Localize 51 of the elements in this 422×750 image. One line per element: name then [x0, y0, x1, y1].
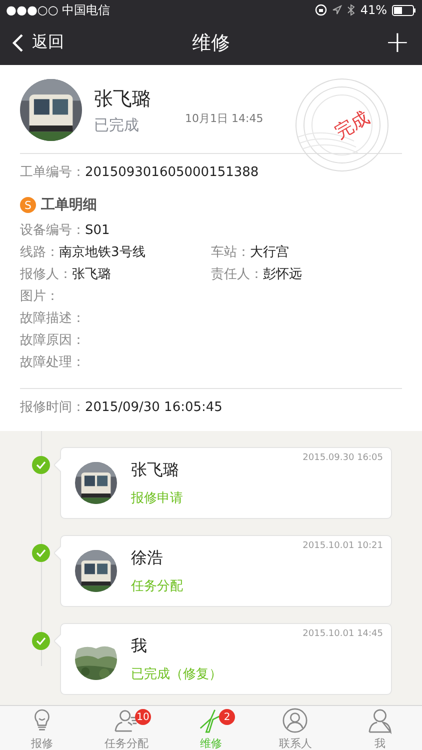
- battery-icon: [392, 4, 416, 16]
- contact-icon: [281, 707, 310, 734]
- field-value: 2015/09/30 16:05:45: [85, 399, 222, 417]
- field-value: 大行宫: [250, 244, 289, 262]
- field-label: 故障描述：: [20, 310, 85, 328]
- field-label: 故障处理：: [20, 354, 85, 372]
- chevron-left-icon: [12, 32, 24, 52]
- user-name: 张飞璐: [94, 86, 151, 112]
- tab-item[interactable]: 任务分配 10: [84, 706, 169, 750]
- field-label: 车站：: [211, 244, 250, 262]
- field-label: 线路：: [20, 244, 59, 262]
- field-label: 工单编号：: [20, 164, 85, 182]
- person-name: 徐浩: [131, 548, 164, 568]
- order-number: 201509301605000151388: [85, 164, 259, 182]
- field-value: 南京地铁3号线: [59, 244, 146, 262]
- rotation-lock-icon: [315, 4, 328, 16]
- action-label: 报修申请: [131, 490, 183, 506]
- count-badge: 10: [134, 709, 152, 725]
- timestamp: 10月1日 14:45: [185, 110, 264, 126]
- section-badge: S: [20, 197, 36, 213]
- stamp-text: 完成: [330, 106, 374, 144]
- section-title: 工单明细: [41, 196, 97, 214]
- count-badge: 2: [219, 709, 236, 725]
- tab-item[interactable]: 联系人: [253, 706, 338, 750]
- step-time: 2015.09.30 16:05: [302, 453, 383, 463]
- field-value: S01: [85, 222, 110, 240]
- field-label: 设备编号：: [20, 222, 85, 240]
- field-label: 报修人：: [20, 266, 72, 284]
- person-name: 我: [131, 636, 148, 656]
- field-label: 故障原因：: [20, 332, 85, 350]
- step-time: 2015.10.01 14:45: [302, 629, 383, 639]
- tab-item[interactable]: 我: [338, 706, 422, 750]
- action-label: 任务分配: [131, 578, 183, 594]
- location-icon: [332, 5, 342, 15]
- tab-item[interactable]: 维修 2: [168, 706, 254, 750]
- step-time: 2015.10.01 10:21: [302, 541, 383, 551]
- person-name: 张飞璐: [131, 460, 180, 480]
- field-label: 报修时间：: [20, 399, 85, 417]
- field-label: 责任人：: [211, 266, 263, 284]
- page-title: 维修: [192, 30, 230, 56]
- field-value: 张飞璐: [72, 266, 111, 284]
- field-label: 图片：: [20, 288, 59, 306]
- action-label: 已完成（修复）: [131, 666, 222, 682]
- field-value: 彭怀远: [263, 266, 302, 284]
- back-button[interactable]: 返回: [12, 32, 64, 53]
- battery-percentage: 41%: [360, 3, 387, 17]
- add-button[interactable]: +: [384, 28, 410, 58]
- order-status: 已完成: [94, 116, 140, 134]
- carrier-signal: ●●●○○ 中国电信: [6, 2, 110, 18]
- tab-item[interactable]: 报修: [0, 706, 84, 750]
- bluetooth-icon: [347, 4, 356, 16]
